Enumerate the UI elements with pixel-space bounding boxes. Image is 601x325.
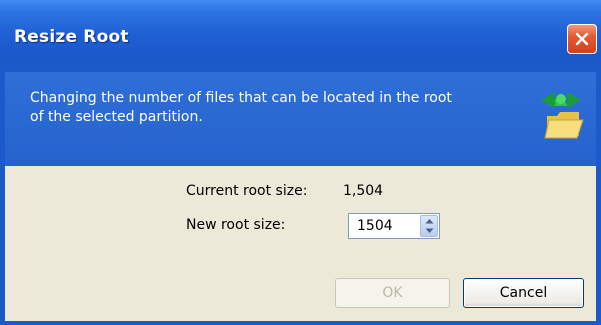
current-root-size-value: 1,504 [343,183,384,199]
close-button[interactable] [567,24,597,54]
close-icon [575,32,589,46]
resize-root-dialog: Resize Root Changing the number of files… [0,0,601,325]
cancel-button[interactable]: Cancel [463,278,584,308]
banner-line-1: Changing the number of files that can be… [30,90,452,106]
frame-right [596,72,601,325]
current-root-size-label: Current root size: [186,183,308,199]
new-root-size-label: New root size: [186,217,286,233]
spinner-up-button[interactable] [421,216,437,226]
folder-resize-icon [541,92,584,139]
ok-button-label: OK [382,285,403,301]
spinner-down-button[interactable] [421,226,437,236]
arrow-down-icon [425,228,433,233]
dialog-title: Resize Root [14,27,129,47]
frame-bottom [0,321,601,325]
banner-description: Changing the number of files that can be… [30,89,530,127]
banner-line-2: of the selected partition. [30,109,203,125]
arrow-up-icon [425,219,433,224]
new-root-size-input[interactable]: 1504 [357,218,393,234]
spinner-buttons [420,215,438,237]
new-root-size-spinner[interactable]: 1504 [348,213,440,239]
cancel-button-label: Cancel [499,285,548,301]
ok-button[interactable]: OK [335,278,450,308]
